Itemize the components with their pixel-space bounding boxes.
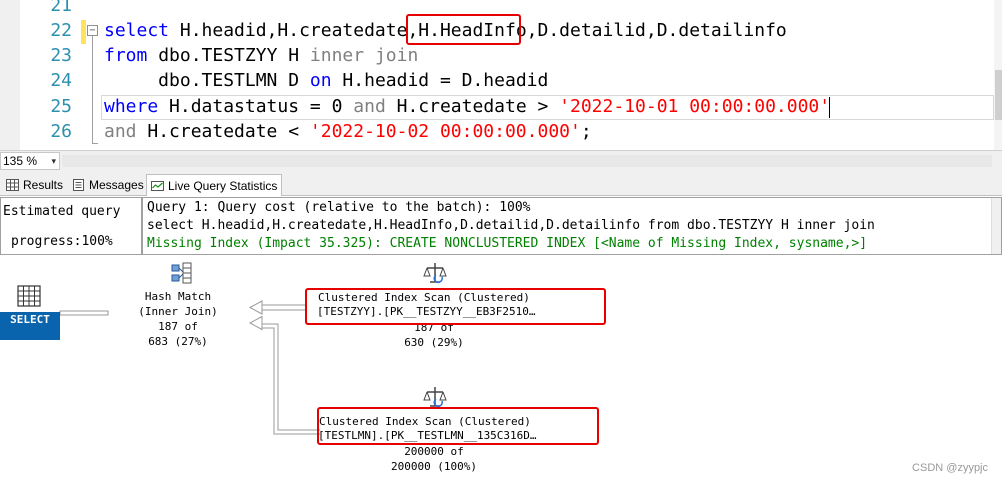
scan2-estimate: 200000 (100%) [390, 460, 478, 473]
query-text: select H.headid,H.createdate,H.HeadInfo,… [147, 218, 875, 233]
collapse-toggle-icon[interactable]: − [87, 25, 98, 36]
editor-gutter [0, 0, 20, 150]
tab-label: Live Query Statistics [168, 178, 278, 193]
hash-match-type: (Inner Join) [138, 305, 218, 318]
code-text: ,D.detailid,D.detailinfo [526, 20, 787, 41]
tab-live-query-statistics[interactable]: Live Query Statistics [146, 174, 283, 196]
scrollbar-thumb[interactable] [995, 70, 1002, 120]
code-text: H.headid,H.createdate, [169, 20, 419, 41]
code-line-23[interactable]: from dbo.TESTZYY H inner join [104, 43, 418, 68]
code-text: dbo.TESTZYY H [147, 45, 310, 66]
code-text: H.headid = D.headid [331, 70, 549, 91]
line-number: 26 [50, 121, 72, 142]
annotation-red-box [305, 288, 606, 325]
tab-results[interactable]: Results [2, 174, 67, 196]
query-cost-text: Query 1: Query cost (relative to the bat… [147, 200, 531, 215]
code-text: H.datastatus = 0 [158, 96, 354, 117]
keyword: and [104, 121, 137, 142]
code-text: dbo.TESTLMN D [104, 70, 310, 91]
select-label: SELECT [10, 313, 50, 326]
keyword: where [104, 96, 159, 117]
execution-plan[interactable]: SELECT Hash Match (Inner Join) 187 of 68… [0, 256, 1002, 484]
query-progress-panel: Estimated query progress:100% [0, 197, 142, 255]
hash-match-icon [171, 262, 192, 284]
missing-index-link[interactable]: Missing Index (Impact 35.325): CREATE NO… [147, 236, 867, 252]
code-line-26[interactable]: and H.createdate < '2022-10-02 00:00:00.… [104, 119, 592, 144]
code-text: H.createdate > [385, 96, 560, 117]
annotation-red-box [317, 407, 599, 445]
line-number: 25 [50, 96, 72, 117]
code-text: ; [580, 121, 592, 142]
keyword: inner join [309, 45, 419, 66]
line-number: 23 [50, 45, 72, 66]
scan1-estimate: 630 (29%) [404, 336, 464, 349]
line-number: 22 [50, 20, 72, 41]
code-text: H.createdate < [136, 121, 310, 142]
keyword: select [104, 20, 170, 41]
keyword: and [353, 96, 386, 117]
hash-match-estimate: 683 (27%) [148, 335, 208, 348]
progress-label: Estimated query [3, 204, 121, 219]
code-line-24[interactable]: dbo.TESTLMN D on H.headid = D.headid [104, 68, 548, 93]
live-stats-icon [151, 180, 164, 191]
vertical-scrollbar[interactable] [991, 198, 1001, 254]
tab-messages[interactable]: Messages [68, 174, 148, 196]
clustered-index-scan-icon [423, 387, 447, 408]
tab-label: Results [23, 178, 64, 192]
keyword: on [309, 70, 332, 91]
zoom-select[interactable]: 135 % ▾ [0, 152, 60, 170]
messages-icon [73, 179, 84, 191]
scan2-rows: 200000 of [404, 445, 464, 458]
grid-icon [6, 179, 19, 191]
string-literal: '2022-10-01 00:00:00.000' [559, 96, 831, 117]
progress-value: progress:100% [11, 234, 113, 249]
change-marker [81, 20, 86, 44]
hash-match-name[interactable]: Hash Match [118, 289, 238, 304]
code-line-25[interactable]: where H.datastatus = 0 and H.createdate … [104, 94, 830, 119]
sql-editor[interactable]: 21 22 23 24 25 26 − select H.headid,H.cr… [0, 0, 1002, 150]
watermark: CSDN @zyypjc [912, 462, 988, 474]
string-literal: '2022-10-02 00:00:00.000' [309, 121, 581, 142]
text-caret [829, 97, 830, 118]
query-plan-header: Query 1: Query cost (relative to the bat… [142, 197, 1002, 255]
results-tab-bar: Results Messages Live Query Statistics [0, 171, 1002, 196]
line-number: 24 [50, 70, 72, 91]
zoom-value: 135 % [3, 154, 38, 168]
keyword: from [104, 45, 148, 66]
fold-end [92, 143, 98, 144]
horizontal-scrollbar[interactable] [62, 155, 992, 167]
zoom-bar: 135 % ▾ [0, 150, 1002, 171]
clustered-index-scan-icon [423, 263, 447, 284]
hash-match-rows: 187 of [158, 320, 198, 333]
chevron-down-icon[interactable]: ▾ [51, 153, 56, 169]
line-number: 21 [50, 0, 72, 16]
annotation-red-box [406, 14, 521, 45]
tab-label: Messages [89, 178, 144, 192]
select-icon [17, 285, 41, 307]
fold-line [92, 36, 93, 144]
